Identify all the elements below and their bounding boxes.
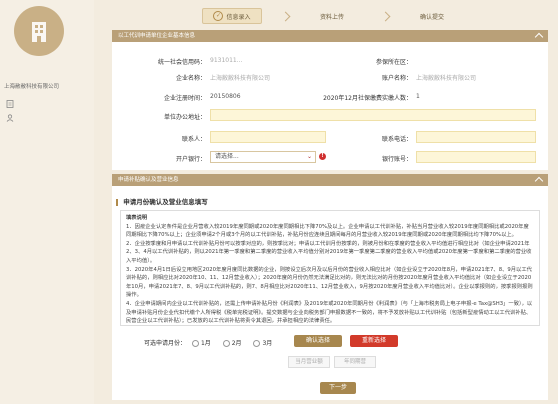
company-info-panel: 以工代训申请单位企业基本信息 统一社会信用码： 9131011... 参保所在区… [112,30,548,170]
company-name-value: 上海敝敝科技有限公司 [210,75,271,82]
collapse-icon[interactable] [534,32,544,42]
document-icon[interactable] [6,100,14,108]
error-icon: ! [319,153,326,160]
bank-select-placeholder: 请选择... [215,153,239,160]
notice-title: 填表说明 [126,215,148,221]
phone-label: 联系电话： [381,136,412,143]
confirm-selection-button[interactable]: 确认选择 [294,335,342,347]
phone-input[interactable] [416,131,536,143]
month-option-2[interactable]: 2月 [222,340,242,347]
reg-time-value: 20150806 [210,93,241,100]
user-icon[interactable] [6,114,14,122]
step-info-entry[interactable]: ✓ 信息录入 [202,8,262,24]
contact-input[interactable] [210,131,326,143]
monthly-revenue-button[interactable]: 当月营业额 [288,356,330,368]
panel-title: 申请补贴确认及营业信息 [118,177,179,183]
month-option-1[interactable]: 1月 [191,340,211,347]
bank-label: 开户银行： [175,156,206,163]
step-confirm[interactable]: 确认提交 [402,8,462,24]
month-option-3[interactable]: 3月 [253,340,272,347]
same-period-button[interactable]: 年同期营 [334,356,376,368]
credit-code-value: 9131011... [210,57,243,64]
company-name: 上海敝敝科技有限公司 [4,84,60,90]
radio-icon [191,340,199,347]
bank-account-label: 银行账号： [381,156,412,163]
step-label: 资料上传 [319,13,344,21]
collapse-icon[interactable] [534,176,544,186]
office-address-input[interactable] [210,109,536,121]
panel-title: 以工代训申请单位企业基本信息 [118,33,196,39]
panel-header[interactable]: 申请补贴确认及营业信息 [112,174,548,186]
accent-bar [116,198,118,206]
main-content: ✓ 信息录入 资料上传 确认提交 以工代训申请单位企业基本信息 统一社会信用码：… [112,0,558,404]
insured-area-label: 参保所在区： [375,59,412,66]
insured-count-label: 2020年12月社保缴费实缴人数： [323,95,412,102]
month-label: 可选申请月份： [144,340,187,347]
step-label: 信息录入 [226,13,251,21]
insured-count-value: 1 [416,93,420,100]
notice-line: 4．企业申请期间内企业以工代训补贴的，还需上传申请补贴月份《利润表》及2019年… [126,300,533,325]
contact-label: 联系人： [181,136,206,143]
company-name-label: 企业名称： [175,75,206,82]
chevron-right-icon [380,11,391,22]
reg-time-label: 企业注册时间： [163,95,206,102]
radio-icon [222,340,230,347]
next-step-button[interactable]: 下一步 [320,382,356,394]
step-upload[interactable]: 资料上传 [302,8,362,24]
sub-title-text: 申请月份确认及营业信息填写 [123,198,208,206]
month-selector: 可选申请月份： 1月 2月 3月 [144,338,272,347]
chevron-right-icon [280,11,291,22]
company-logo-icon [14,6,64,56]
office-address-label: 单位办公地址： [163,114,206,121]
notice-line: 3．2020年4月1日后设立用地区2020年度月度同比数据的企业，则按设立后次月… [126,266,533,299]
chevron-down-icon: ⌄ [306,153,312,160]
account-name-label: 账户名称： [381,75,412,82]
notice-line: 1．因疫企业认定条件是企业月营收入较2019年度同期或2020年度同期相比下降7… [126,223,529,239]
section-subtitle: 申请月份确认及营业信息填写 [116,196,208,206]
reselect-button[interactable]: 重新选择 [350,335,398,347]
check-icon: ✓ [213,11,224,21]
bank-select[interactable]: 请选择... ⌄ [210,151,316,163]
step-label: 确认提交 [419,13,444,21]
credit-code-label: 统一社会信用码： [157,59,206,66]
panel-header[interactable]: 以工代训申请单位企业基本信息 [112,30,548,42]
bank-account-input[interactable] [416,151,536,163]
radio-icon [253,340,261,347]
notice-line: 2．企业按季度和月申请以工代训补贴月份可以按季对应的，则按季比对；申请以工代训月… [126,240,532,264]
sidebar: 上海敝敝科技有限公司 [0,0,94,404]
account-name-value: 上海敝敝科技有限公司 [416,75,477,82]
notice-box[interactable]: 填表说明 1．因疫企业认定条件是企业月营收入较2019年度同期或2020年度同期… [120,210,540,326]
progress-steps: ✓ 信息录入 资料上传 确认提交 [202,8,477,24]
apply-panel: 申请补贴确认及营业信息 申请月份确认及营业信息填写 填表说明 1．因疫企业认定条… [112,174,548,400]
